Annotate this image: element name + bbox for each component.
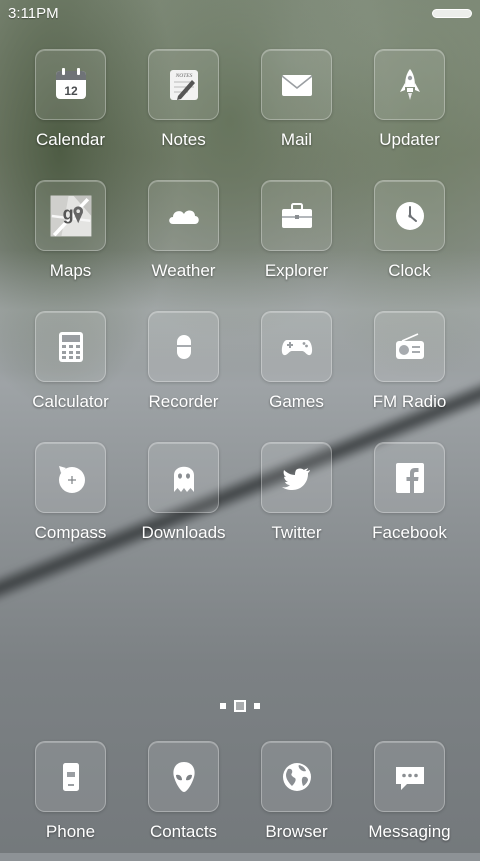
gamepad-icon [281,339,312,355]
app-compass[interactable]: Compass [14,442,127,562]
app-calculator[interactable]: Calculator [14,311,127,431]
phone-tile[interactable] [35,741,106,812]
app-fm-radio[interactable]: FM Radio [353,311,466,431]
app-games[interactable]: Games [240,311,353,431]
dock-browser[interactable]: Browser [240,741,353,861]
app-facebook[interactable]: Facebook [353,442,466,562]
ghost-icon [173,466,194,492]
page-indicator[interactable] [0,700,480,712]
app-label: Notes [161,130,206,149]
notes-icon: NOTES [169,69,198,100]
dock-phone[interactable]: Phone [14,741,127,861]
phone-icon [62,762,79,791]
app-label: FM Radio [372,392,447,411]
app-label: Browser [265,822,328,841]
page-dot-active[interactable] [234,700,246,712]
page-dot[interactable] [220,703,226,709]
app-label: Updater [379,130,440,149]
updater-tile[interactable] [374,49,445,120]
app-label: Maps [49,261,92,280]
maps-tile[interactable]: g [35,180,106,251]
twitter-bird-icon [281,467,310,490]
globe-icon [282,762,311,791]
dock-contacts[interactable]: Contacts [127,741,240,861]
app-label: Contacts [149,822,218,841]
browser-tile[interactable] [261,741,332,812]
app-recorder[interactable]: Recorder [127,311,240,431]
alien-head-icon [172,761,195,792]
app-label: Calendar [36,130,105,149]
app-label: Games [269,392,324,411]
clock-tile[interactable] [374,180,445,251]
microphone-icon [176,334,191,359]
downloads-tile[interactable] [148,442,219,513]
calendar-tile[interactable]: 12 [35,49,106,120]
app-downloads[interactable]: Downloads [127,442,240,562]
app-calendar[interactable]: 12 Calendar [14,49,127,169]
rocket-icon [399,68,420,100]
app-mail[interactable]: Mail [240,49,353,169]
battery-icon [432,9,472,18]
twitter-tile[interactable] [261,442,332,513]
compass-tile[interactable] [35,442,106,513]
radio-icon [395,332,424,359]
mail-icon [281,74,312,96]
svg-text:g: g [62,203,73,223]
app-label: Messaging [368,822,451,841]
svg-text:NOTES: NOTES [174,73,192,79]
app-notes[interactable]: NOTES Notes [127,49,240,169]
app-label: Mail [280,130,313,149]
contacts-tile[interactable] [148,741,219,812]
app-label: Clock [388,261,431,280]
app-label: Weather [151,261,216,280]
app-label: Facebook [372,523,447,542]
cloud-icon [168,209,199,224]
status-bar: 3:11PM [0,0,480,28]
weather-tile[interactable] [148,180,219,251]
app-label: Explorer [264,261,329,280]
dock-messaging[interactable]: Messaging [353,741,466,861]
facebook-icon [395,462,424,493]
app-label: Recorder [148,392,219,411]
app-maps[interactable]: g Maps [14,180,127,300]
app-label: Phone [45,822,96,841]
mail-tile[interactable] [261,49,332,120]
calculator-tile[interactable] [35,311,106,382]
notes-tile[interactable]: NOTES [148,49,219,120]
app-label: Calculator [32,392,109,411]
recorder-tile[interactable] [148,311,219,382]
calculator-icon [58,331,83,362]
maps-icon: g [50,195,91,236]
app-label: Downloads [141,523,226,542]
app-label: Twitter [271,523,322,542]
games-tile[interactable] [261,311,332,382]
app-updater[interactable]: Updater [353,49,466,169]
app-clock[interactable]: Clock [353,180,466,300]
app-twitter[interactable]: Twitter [240,442,353,562]
status-time: 3:11PM [8,5,59,22]
message-bubble-icon [395,766,424,790]
svg-text:12: 12 [64,84,78,98]
fm-radio-tile[interactable] [374,311,445,382]
app-label: Compass [34,523,107,542]
messaging-tile[interactable] [374,741,445,812]
facebook-tile[interactable] [374,442,445,513]
calendar-icon: 12 [55,67,86,99]
page-dot[interactable] [254,703,260,709]
explorer-tile[interactable] [261,180,332,251]
app-weather[interactable]: Weather [127,180,240,300]
compass-icon [58,465,85,493]
clock-icon [395,201,424,230]
briefcase-icon [281,202,312,228]
app-explorer[interactable]: Explorer [240,180,353,300]
